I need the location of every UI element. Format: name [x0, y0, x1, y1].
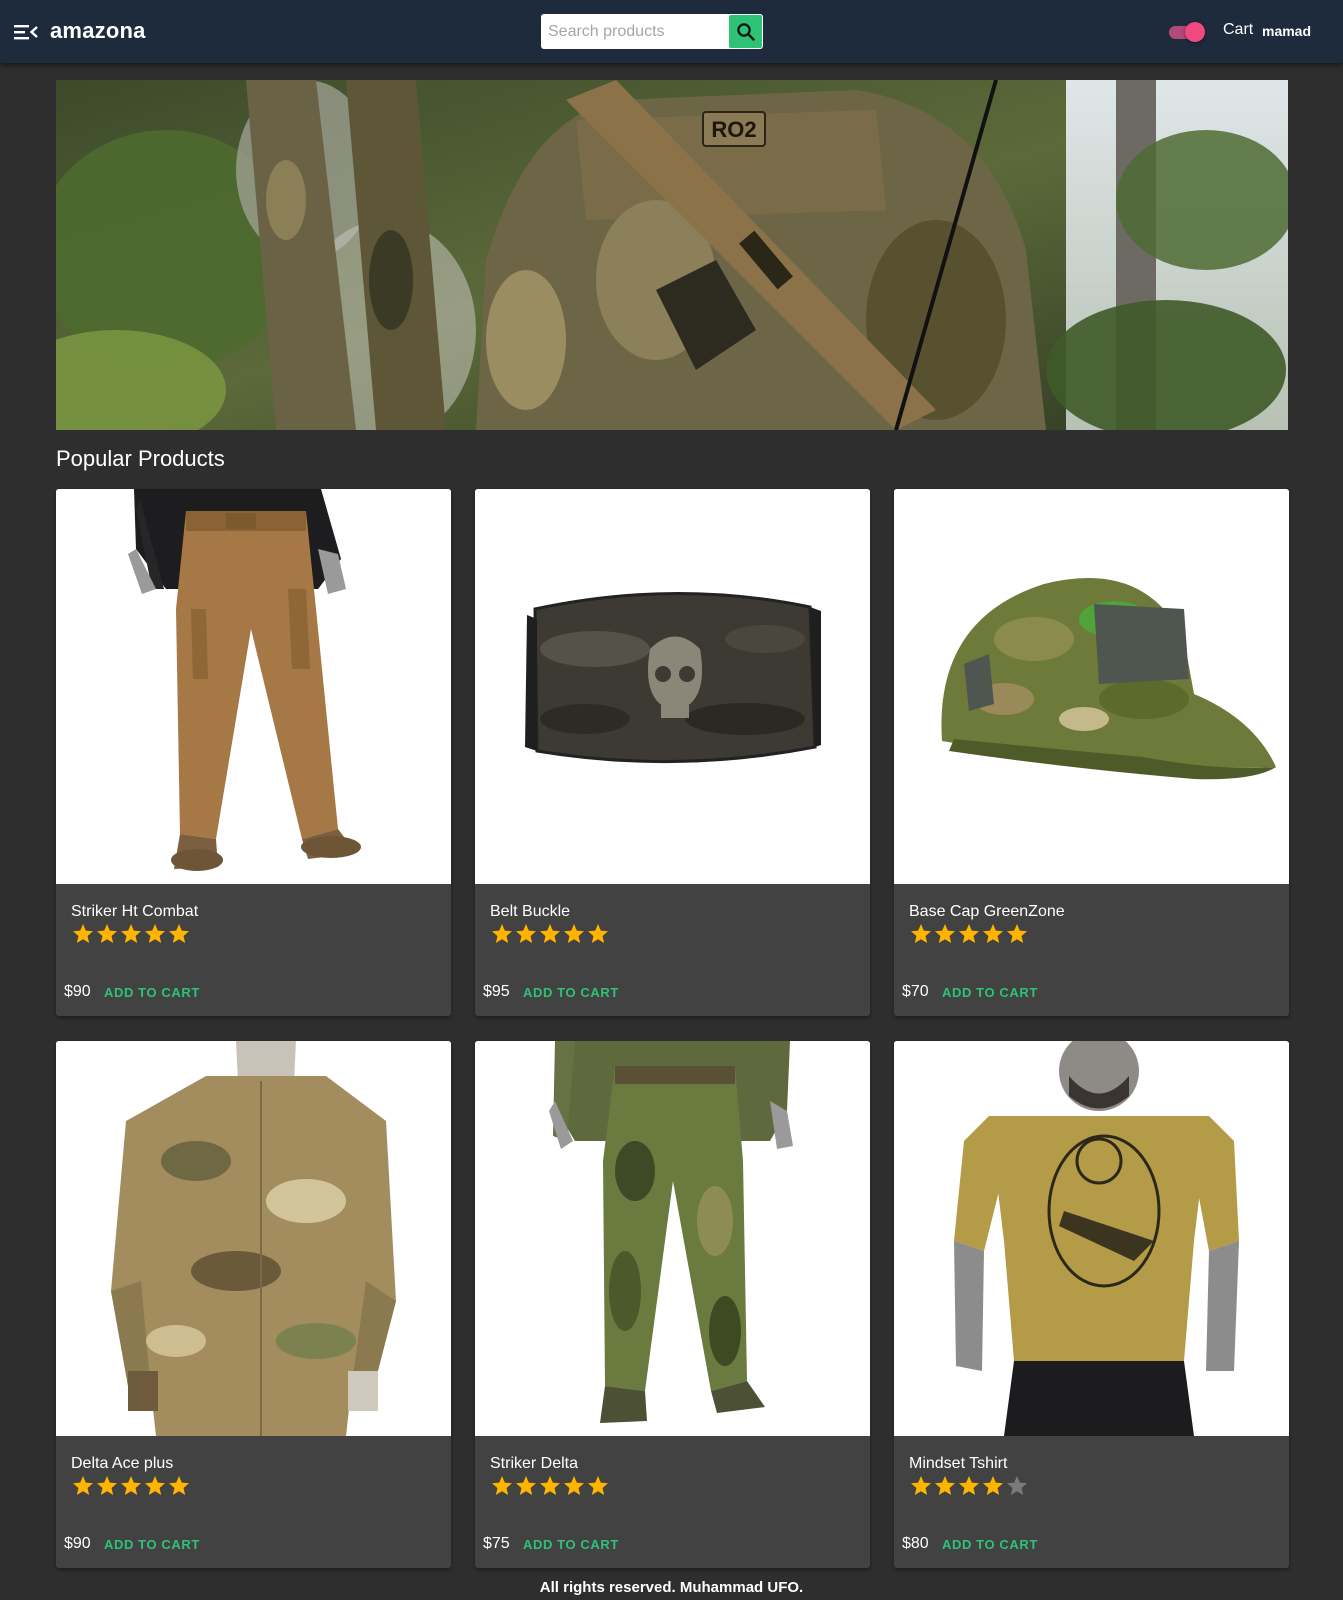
star-filled-icon	[935, 1476, 955, 1495]
hero-patch-text: RO2	[711, 117, 756, 142]
product-name[interactable]: Striker Delta	[490, 1455, 578, 1473]
star-filled-icon	[564, 924, 584, 943]
star-filled-icon	[959, 1476, 979, 1495]
star-filled-icon	[516, 924, 536, 943]
tan-combat-pants-image	[56, 489, 451, 884]
hero-banner[interactable]: RO2	[56, 80, 1288, 430]
product-name[interactable]: Mindset Tshirt	[909, 1455, 1007, 1473]
star-filled-icon	[935, 924, 955, 943]
star-filled-icon	[169, 1476, 189, 1495]
search-button[interactable]	[729, 15, 762, 48]
star-filled-icon	[145, 1476, 165, 1495]
star-filled-icon	[73, 1476, 93, 1495]
add-to-cart-button[interactable]: ADD TO CART	[942, 1537, 1038, 1552]
add-to-cart-button[interactable]: ADD TO CART	[942, 985, 1038, 1000]
cart-link[interactable]: Cart	[1223, 21, 1253, 39]
product-name[interactable]: Base Cap GreenZone	[909, 903, 1065, 921]
product-name[interactable]: Delta Ace plus	[71, 1455, 173, 1473]
dark-mode-switch[interactable]	[1167, 22, 1205, 42]
star-filled-icon	[492, 924, 512, 943]
product-card: Belt Buckle $95 ADD TO CART	[475, 489, 870, 1016]
product-rating	[71, 922, 191, 946]
product-card: Base Cap GreenZone $70 ADD TO CART	[894, 489, 1289, 1016]
product-image-link[interactable]	[56, 489, 451, 884]
star-filled-icon	[588, 924, 608, 943]
product-card: Mindset Tshirt $80 ADD TO CART	[894, 1041, 1289, 1568]
product-rating	[71, 1474, 191, 1498]
product-rating	[490, 922, 610, 946]
star-filled-icon	[588, 1476, 608, 1495]
star-empty-icon	[1007, 1476, 1027, 1495]
search-form	[541, 14, 763, 49]
top-app-bar: amazona Cart mamad	[0, 0, 1343, 63]
star-filled-icon	[169, 924, 189, 943]
product-image-link[interactable]	[475, 1041, 870, 1436]
add-to-cart-button[interactable]: ADD TO CART	[523, 985, 619, 1000]
multicam-combat-pants-image	[475, 1041, 870, 1436]
product-price: $70	[902, 983, 929, 1000]
product-card: Striker Delta $75 ADD TO CART	[475, 1041, 870, 1568]
multicam-jacket-image	[56, 1041, 451, 1436]
camo-skull-face-mask-image	[475, 489, 870, 884]
add-to-cart-button[interactable]: ADD TO CART	[523, 1537, 619, 1552]
section-title: Popular Products	[56, 446, 225, 471]
product-price: $75	[483, 1535, 510, 1552]
star-filled-icon	[540, 924, 560, 943]
star-filled-icon	[911, 1476, 931, 1495]
green-camo-cap-image	[894, 489, 1289, 884]
menu-open-icon[interactable]	[14, 22, 38, 42]
product-rating	[909, 922, 1029, 946]
star-filled-icon	[97, 1476, 117, 1495]
product-rating	[909, 1474, 1029, 1498]
add-to-cart-button[interactable]: ADD TO CART	[104, 985, 200, 1000]
product-image-link[interactable]	[894, 1041, 1289, 1436]
search-icon	[736, 22, 755, 41]
switch-thumb	[1185, 22, 1205, 42]
star-filled-icon	[540, 1476, 560, 1495]
product-image-link[interactable]	[56, 1041, 451, 1436]
product-card: Delta Ace plus $90 ADD TO CART	[56, 1041, 451, 1568]
user-menu-link[interactable]: mamad	[1262, 23, 1311, 39]
footer-text: All rights reserved. Muhammad UFO.	[539, 1579, 804, 1596]
star-filled-icon	[492, 1476, 512, 1495]
product-price: $90	[64, 983, 91, 1000]
star-filled-icon	[73, 924, 93, 943]
product-name[interactable]: Striker Ht Combat	[71, 903, 198, 921]
product-price: $95	[483, 983, 510, 1000]
star-filled-icon	[97, 924, 117, 943]
product-grid: Striker Ht Combat $90 ADD TO CART Belt B…	[56, 489, 1289, 1568]
star-filled-icon	[516, 1476, 536, 1495]
star-filled-icon	[1007, 924, 1027, 943]
star-filled-icon	[564, 1476, 584, 1495]
product-name[interactable]: Belt Buckle	[490, 903, 570, 921]
hero-banner-image: RO2	[56, 80, 1288, 430]
star-filled-icon	[983, 1476, 1003, 1495]
brand-logo[interactable]: amazona	[50, 18, 146, 44]
search-input[interactable]	[541, 14, 729, 49]
star-filled-icon	[983, 924, 1003, 943]
product-price: $80	[902, 1535, 929, 1552]
star-filled-icon	[121, 924, 141, 943]
product-image-link[interactable]	[894, 489, 1289, 884]
star-filled-icon	[145, 924, 165, 943]
product-rating	[490, 1474, 610, 1498]
star-filled-icon	[959, 924, 979, 943]
product-image-link[interactable]	[475, 489, 870, 884]
add-to-cart-button[interactable]: ADD TO CART	[104, 1537, 200, 1552]
product-price: $90	[64, 1535, 91, 1552]
star-filled-icon	[121, 1476, 141, 1495]
olive-graphic-tshirt-image	[894, 1041, 1289, 1436]
star-filled-icon	[911, 924, 931, 943]
product-card: Striker Ht Combat $90 ADD TO CART	[56, 489, 451, 1016]
